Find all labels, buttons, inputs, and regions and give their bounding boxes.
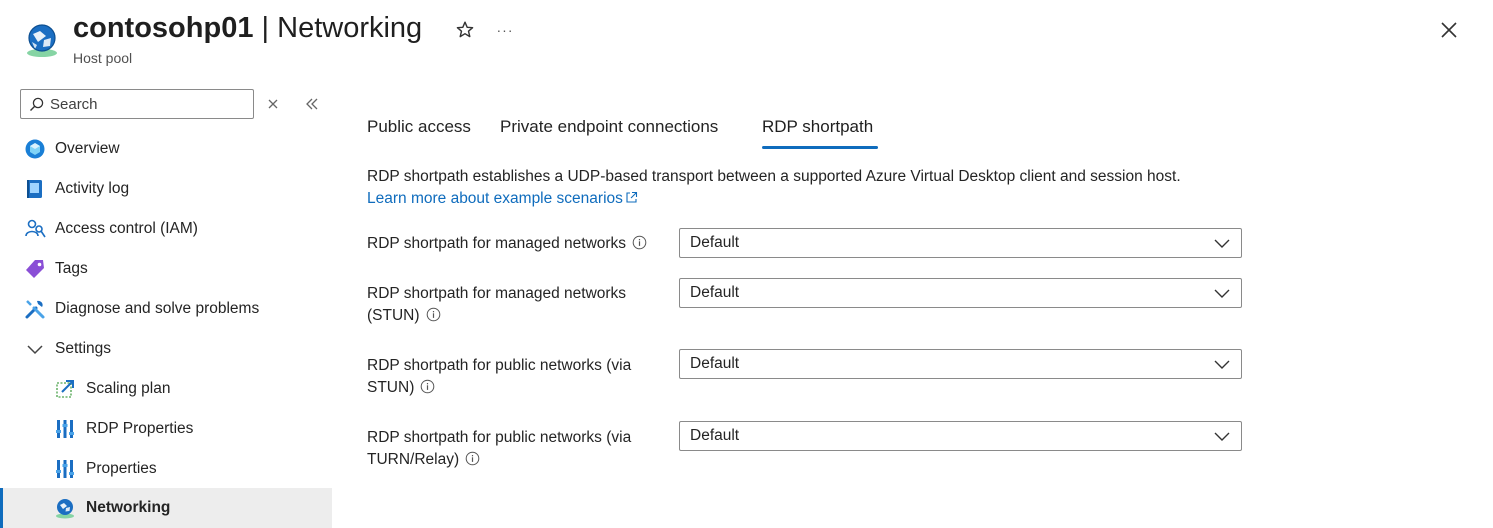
collapse-sidebar-icon[interactable] <box>304 96 320 112</box>
tab-rdp-shortpath[interactable]: RDP shortpath <box>762 117 873 137</box>
chevron-down-icon <box>1214 432 1230 441</box>
setting-label-public-stun: RDP shortpath for public networks (via S… <box>367 357 632 396</box>
sidebar-item-access-control[interactable]: Access control (IAM) <box>0 209 332 249</box>
sidebar-item-label: Access control (IAM) <box>55 220 198 237</box>
sidebar-item-activity-log[interactable]: Activity log <box>0 169 332 209</box>
learn-more-link[interactable]: Learn more about example scenarios <box>367 190 638 208</box>
sidebar-item-label: RDP Properties <box>86 420 194 437</box>
wrench-icon <box>25 300 45 319</box>
sidebar-item-label: Diagnose and solve problems <box>55 300 260 317</box>
sidebar-item-overview[interactable]: Overview <box>0 129 332 169</box>
more-options-button[interactable]: ··· <box>494 19 516 41</box>
iam-icon <box>25 219 46 238</box>
scaling-plan-icon <box>56 380 74 398</box>
search-icon <box>30 97 44 111</box>
sidebar-item-label: Scaling plan <box>86 380 171 397</box>
chevron-down-icon <box>27 345 43 355</box>
sidebar-item-label: Networking <box>86 499 171 516</box>
description-text: RDP shortpath establishes a UDP-based tr… <box>367 168 1181 185</box>
chevron-down-icon <box>1214 239 1230 248</box>
sidebar-item-label: Tags <box>55 260 88 277</box>
public-networks-stun-dropdown[interactable]: Default <box>679 349 1242 379</box>
tab-public-access[interactable]: Public access <box>367 117 471 137</box>
properties-icon <box>56 460 74 478</box>
sidebar-item-networking[interactable]: Networking <box>0 488 332 528</box>
host-pool-icon <box>27 24 57 57</box>
sidebar-item-tags[interactable]: Tags <box>0 249 332 289</box>
close-icon[interactable] <box>1438 19 1460 41</box>
search-input[interactable] <box>50 95 240 113</box>
managed-networks-dropdown[interactable]: Default <box>679 228 1242 258</box>
sidebar-item-label: Overview <box>55 140 120 157</box>
chevron-down-icon <box>1214 360 1230 369</box>
chevron-down-icon <box>1214 289 1230 298</box>
sidebar-item-diagnose[interactable]: Diagnose and solve problems <box>0 289 332 329</box>
info-icon[interactable] <box>465 451 480 466</box>
selected-tab-indicator <box>762 146 878 149</box>
external-link-icon <box>626 191 637 203</box>
page-title: contosohp01 | Networking <box>73 12 423 44</box>
sidebar-group-settings[interactable]: Settings <box>0 329 332 369</box>
activity-log-icon <box>27 180 42 198</box>
setting-label-public-turn: RDP shortpath for public networks (via T… <box>367 429 632 468</box>
networking-icon <box>56 499 74 519</box>
managed-networks-stun-dropdown[interactable]: Default <box>679 278 1242 308</box>
overview-icon <box>25 139 45 159</box>
properties-icon <box>56 420 74 438</box>
favorite-star-icon[interactable] <box>454 19 476 41</box>
sidebar-item-label: Activity log <box>55 180 130 197</box>
setting-label-managed: RDP shortpath for managed networks <box>367 233 687 255</box>
tab-private-endpoint-connections[interactable]: Private endpoint connections <box>500 117 718 137</box>
sidebar-item-label: Properties <box>86 460 157 477</box>
info-icon[interactable] <box>426 307 441 322</box>
sidebar-item-rdp-properties[interactable]: RDP Properties <box>0 409 332 449</box>
public-networks-turn-dropdown[interactable]: Default <box>679 421 1242 451</box>
sidebar-item-scaling-plan[interactable]: Scaling plan <box>0 369 332 409</box>
info-icon[interactable] <box>420 379 435 394</box>
sidebar-item-label: Settings <box>55 340 112 357</box>
setting-label-managed-stun: RDP shortpath for managed networks (STUN… <box>367 285 627 324</box>
tag-icon <box>26 260 44 278</box>
info-icon[interactable] <box>632 235 647 250</box>
clear-search-icon[interactable] <box>265 96 281 112</box>
sidebar-item-properties[interactable]: Properties <box>0 449 332 489</box>
page-subtitle: Host pool <box>73 50 133 66</box>
search-box[interactable] <box>20 89 254 119</box>
